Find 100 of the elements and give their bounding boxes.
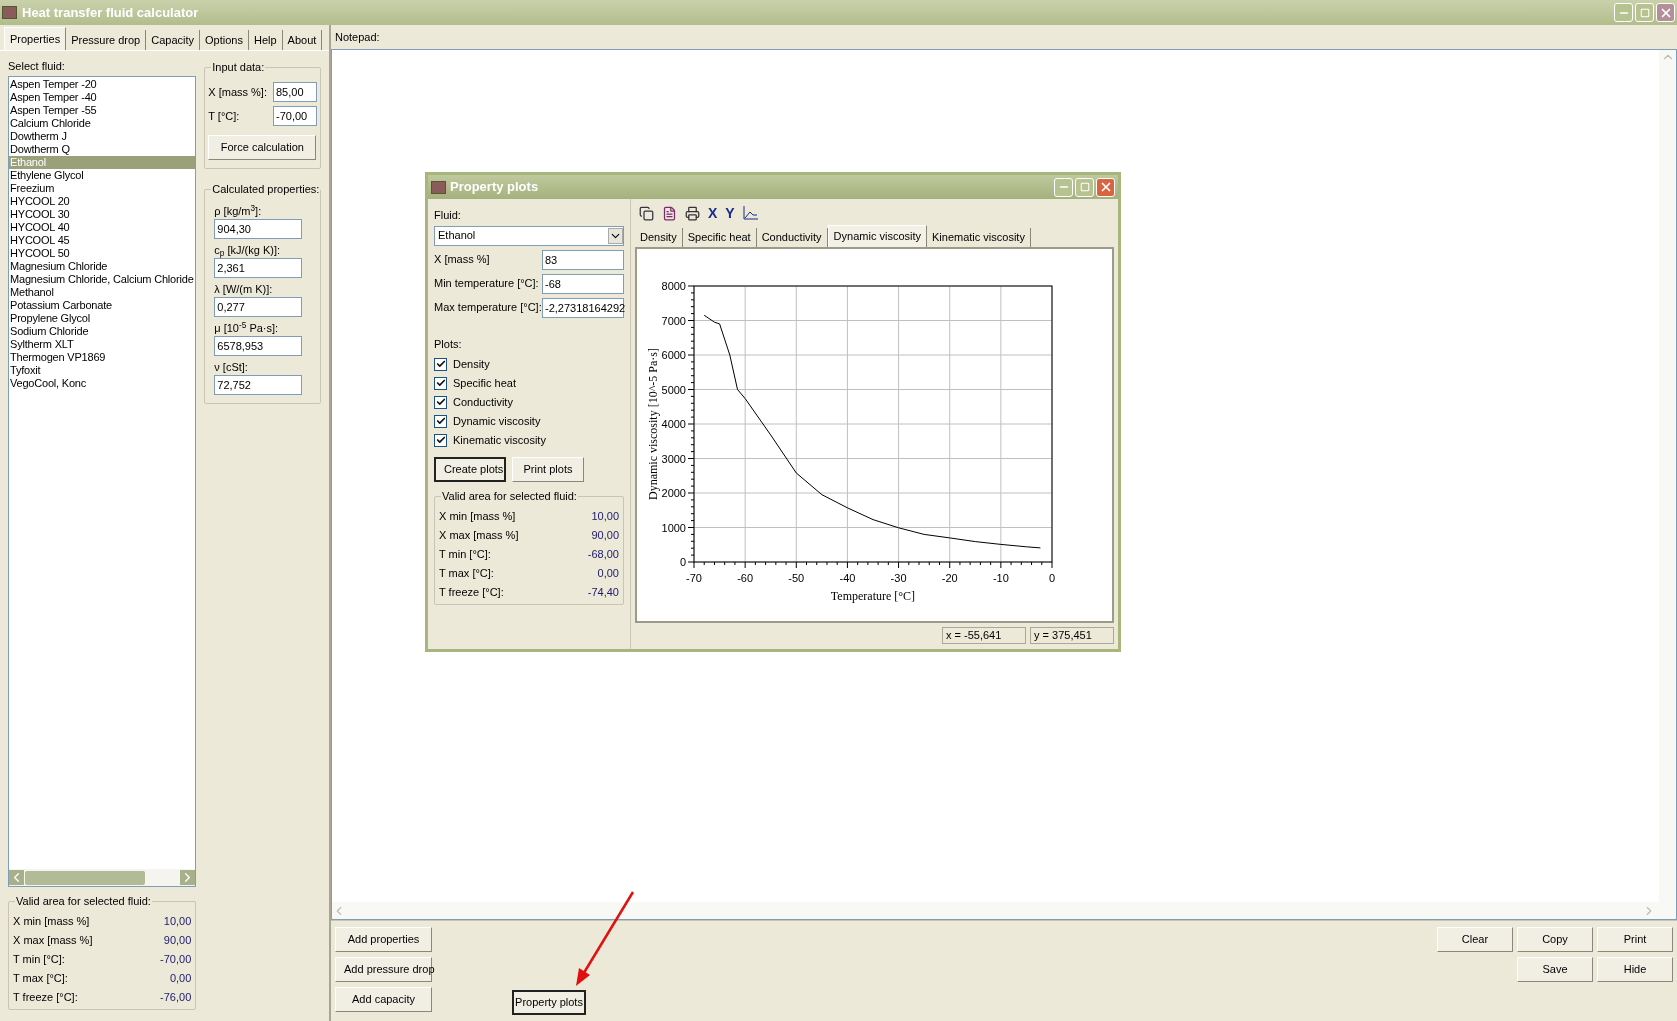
property-label: X min [mass %] [439,509,516,525]
tick-label: -10 [992,572,1009,584]
input-field[interactable]: -68 [542,273,624,294]
close-button[interactable] [1656,3,1675,22]
tick-label: 8000 [661,280,686,292]
fluid-list-item[interactable]: HYCOOL 20 [9,195,196,208]
vertical-scrollbar[interactable] [1659,50,1676,902]
input-field[interactable]: 72,752 [214,375,303,395]
property-plots-button[interactable]: Property plots [512,990,586,1015]
group-title: Valid area for selected fluid: [15,894,152,908]
input-field[interactable]: 2,361 [214,258,303,278]
tick-label: -50 [788,572,805,584]
fluid-list-item[interactable]: HYCOOL 30 [9,208,196,221]
tab[interactable]: Pressure drop [66,30,147,50]
tick-label: -30 [890,572,907,584]
fluid-list-item[interactable]: Dowtherm J [9,130,196,143]
fluid-list-item[interactable]: Methanol [9,286,196,299]
notepad-action-button[interactable]: Add pressure drop [335,957,432,982]
input-field[interactable]: 0,277 [214,297,303,317]
input-field[interactable]: 85,00 [273,82,317,102]
checkbox-label: Kinematic viscosity [453,432,546,448]
cursor-readout: y = 375,451 [1030,627,1114,644]
square-icon [1079,182,1090,192]
input-field[interactable]: -70,00 [273,106,317,126]
tab[interactable]: Help [248,30,283,50]
notepad-action-button[interactable]: Add capacity [335,987,432,1012]
checkbox-label: Conductivity [453,394,513,410]
field-label: X [mass %]: [208,84,267,100]
input-field[interactable]: -2,27318164292 [542,297,624,318]
property-label: T max [°C]: [439,566,494,582]
fluid-list-item[interactable]: Magnesium Chloride [9,260,196,273]
fluid-list-item[interactable]: HYCOOL 50 [9,247,196,260]
checkbox[interactable] [434,433,447,447]
field-label: Max temperature [°C]: [434,300,542,316]
fluid-dropdown[interactable]: Ethanol [434,225,624,246]
tab[interactable]: About [282,30,323,50]
scrollbar-thumb[interactable] [25,870,145,885]
field-label: Fluid: [434,208,462,223]
input-field[interactable]: 83 [542,249,624,270]
minimize-button[interactable] [1054,177,1073,197]
field-label: λ [W/(m K)]: [214,282,274,296]
field-label: Select fluid: [8,59,66,73]
page-icon [662,205,677,221]
checkbox[interactable] [434,395,447,409]
checkbox[interactable] [434,376,447,390]
notepad-button[interactable]: Copy [1517,927,1593,952]
chart-tab[interactable]: Dynamic viscosity [827,225,927,247]
notepad-button[interactable]: Clear [1437,927,1513,952]
property-value: -68,00 [587,547,619,563]
fluid-list-item[interactable]: Magnesium Chloride, Calcium Chloride [9,273,196,286]
field-label: μ [10$^{-5}$ Pa·s]: [214,321,280,335]
fluid-list-item[interactable]: Tyfoxit [9,364,196,377]
fluid-list-item[interactable]: HYCOOL 45 [9,234,196,247]
notepad-action-button[interactable]: Add properties [335,927,432,952]
checkbox[interactable] [434,414,447,428]
fluid-list-item[interactable]: Freezium [9,182,196,195]
horizontal-scrollbar[interactable] [9,869,196,886]
fluid-list-item[interactable]: VegoCool, Konc [9,377,196,390]
tick-label: 1000 [661,521,686,534]
fluid-list-item[interactable]: Calcium Chloride [9,117,196,130]
tab[interactable]: Properties [4,27,67,50]
tab[interactable]: Capacity [146,30,201,50]
fluid-list-item[interactable]: Syltherm XLT [9,338,196,351]
create-plots-button[interactable]: Create plots [434,457,506,482]
fluid-list-item[interactable]: HYCOOL 40 [9,221,196,234]
print-plots-button[interactable]: Print plots [512,457,584,482]
fluid-list-item[interactable]: Ethylene Glycol [9,169,196,182]
toolbar-axis-button[interactable]: Y [725,202,735,224]
window-title: Heat transfer fluid calculator [22,3,199,22]
tab[interactable]: Options [200,30,249,50]
notepad-button[interactable]: Save [1517,957,1593,982]
group-title: Calculated properties: [211,182,321,196]
fluid-list-item[interactable]: Aspen Temper -40 [9,91,196,104]
horizontal-scrollbar[interactable] [332,902,1676,919]
maximize-button[interactable] [1075,177,1094,197]
notepad-button[interactable]: Hide [1597,957,1673,982]
force-calculation-button[interactable]: Force calculation [208,135,317,160]
field-label: Min temperature [°C]: [434,276,539,292]
checkbox-label: Density [453,356,490,372]
minimize-button[interactable] [1614,3,1633,22]
fluid-list-item[interactable]: Propylene Glycol [9,312,196,325]
property-value: -74,40 [587,585,619,601]
checkbox[interactable] [434,357,447,371]
input-field[interactable]: 904,30 [214,219,303,239]
fluid-list-item[interactable]: Aspen Temper -20 [9,78,196,91]
close-button[interactable] [1096,177,1115,197]
property-value: 10,00 [591,509,619,525]
fluid-list-item[interactable]: Dowtherm Q [9,143,196,156]
field-label: X [mass %] [434,252,490,268]
notepad-button[interactable]: Print [1597,927,1673,952]
property-label: X max [mass %] [439,528,519,544]
restore-button[interactable] [1635,3,1654,22]
fluid-list-item[interactable]: Sodium Chloride [9,325,196,338]
checkbox-label: Dynamic viscosity [453,413,541,429]
toolbar-axis-button[interactable]: X [708,202,718,224]
fluid-list-item[interactable]: Thermogen VP1869 [9,351,196,364]
cursor-readout: x = -55,641 [942,627,1026,644]
fluid-list-item[interactable]: Aspen Temper -55 [9,104,196,117]
fluid-list-item[interactable]: Potassium Carbonate [9,299,196,312]
input-field[interactable]: 6578,953 [214,336,303,356]
